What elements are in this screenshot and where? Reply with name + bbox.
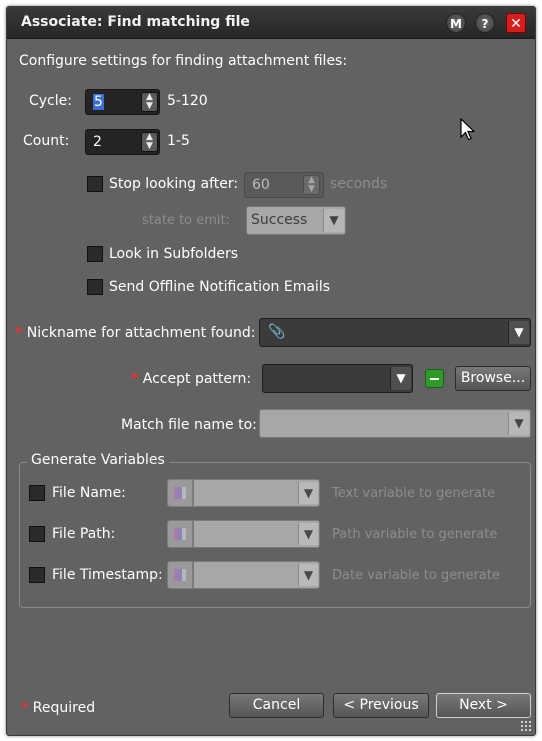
close-button[interactable]: ✕ [506, 13, 526, 33]
nickname-select[interactable]: 📎 ▼ [259, 318, 531, 347]
send-offline-checkbox[interactable] [87, 279, 103, 295]
stop-looking-stepper[interactable]: ▲ ▼ [303, 175, 320, 195]
required-legend: * Required [21, 700, 95, 716]
cycle-label: Cycle: [29, 93, 72, 109]
cursor-icon [460, 118, 476, 141]
file-path-checkbox[interactable] [29, 526, 45, 542]
state-to-emit-value: Success [251, 212, 308, 228]
look-in-subfolders-checkbox[interactable] [87, 246, 103, 262]
minus-icon [430, 378, 439, 380]
previous-button[interactable]: < Previous [333, 693, 429, 718]
cycle-range: 5-120 [167, 93, 208, 109]
stop-looking-checkbox[interactable] [87, 176, 103, 192]
match-file-name-label: Match file name to: [121, 417, 257, 433]
m-button[interactable]: M [446, 13, 466, 33]
file-name-label: File Name: [52, 485, 126, 501]
count-stepper[interactable]: ▲ ▼ [141, 132, 158, 152]
state-to-emit-label: state to emit: [142, 213, 230, 228]
browse-button[interactable]: Browse... [455, 366, 531, 391]
file-timestamp-placeholder: Date variable to generate [332, 568, 500, 583]
nickname-label: Nickname for attachment found: [26, 325, 256, 341]
cancel-button[interactable]: Cancel [229, 693, 324, 718]
paperclip-icon: 📎 [268, 324, 286, 340]
required-label: Required [32, 700, 96, 716]
file-timestamp-checkbox[interactable] [29, 567, 45, 583]
resize-grip[interactable] [520, 720, 532, 732]
file-path-placeholder: Path variable to generate [332, 527, 498, 542]
required-star-icon: * [131, 371, 139, 387]
dialog: Associate: Find matching file M ? ✕ Conf… [6, 6, 536, 736]
chevron-down-icon: ▼ [508, 412, 529, 435]
match-file-name-select[interactable]: ▼ [259, 409, 531, 438]
file-name-variable-select[interactable]: ▼ [193, 479, 320, 507]
file-path-variable-select[interactable]: ▼ [193, 520, 320, 548]
cycle-stepper[interactable]: ▲ ▼ [141, 92, 158, 112]
cycle-value: 5 [93, 94, 104, 110]
title-bar[interactable]: Associate: Find matching file M ? ✕ [7, 7, 535, 39]
chevron-down-icon: ▼ [390, 367, 411, 390]
chevron-down-icon: ▼ [298, 482, 318, 504]
count-label: Count: [23, 133, 70, 149]
seconds-label: seconds [330, 176, 388, 192]
remove-pattern-button[interactable] [425, 369, 444, 388]
count-range: 1-5 [167, 133, 190, 149]
variable-type-icon[interactable] [167, 520, 193, 548]
accept-pattern-label-row: * Accept pattern: [131, 371, 251, 387]
generate-variables-title: Generate Variables [27, 452, 169, 468]
variable-type-icon[interactable] [167, 561, 193, 589]
required-star-icon: * [15, 325, 23, 341]
count-value: 2 [93, 134, 102, 150]
variable-type-icon[interactable] [167, 479, 193, 507]
send-offline-label: Send Offline Notification Emails [109, 279, 331, 295]
state-to-emit-select[interactable]: Success ▼ [246, 206, 346, 235]
chevron-down-icon: ▼ [508, 321, 529, 344]
nickname-label-row: * Nickname for attachment found: [15, 325, 255, 341]
stop-looking-label: Stop looking after: [109, 176, 239, 192]
help-button[interactable]: ? [475, 13, 495, 33]
file-timestamp-label: File Timestamp: [52, 567, 163, 583]
accept-pattern-label: Accept pattern: [142, 371, 252, 387]
stop-looking-value: 60 [252, 177, 270, 193]
next-button[interactable]: Next > [436, 693, 531, 718]
look-in-subfolders-label: Look in Subfolders [109, 246, 239, 262]
file-timestamp-variable-select[interactable]: ▼ [193, 561, 320, 589]
file-name-placeholder: Text variable to generate [332, 486, 496, 501]
chevron-down-icon: ▼ [298, 523, 318, 545]
file-name-checkbox[interactable] [29, 485, 45, 501]
accept-pattern-select[interactable]: ▼ [262, 364, 413, 393]
description-text: Configure settings for finding attachmen… [19, 53, 348, 69]
required-star-icon: * [21, 700, 29, 716]
chevron-down-icon: ▼ [298, 564, 318, 586]
chevron-down-icon: ▼ [323, 209, 344, 232]
file-path-label: File Path: [52, 526, 116, 542]
dialog-title: Associate: Find matching file [21, 14, 250, 30]
